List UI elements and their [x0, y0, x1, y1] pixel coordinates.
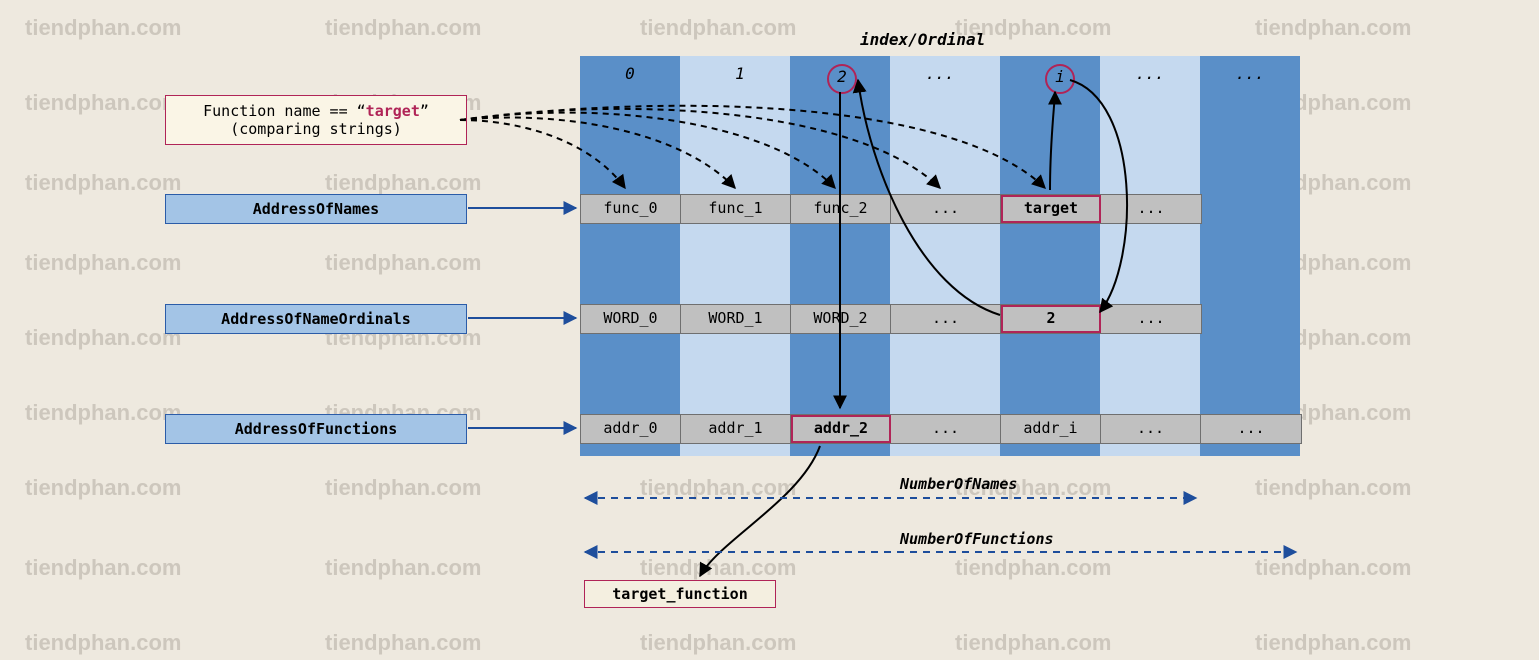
cell-ord-1: WORD_1	[681, 305, 791, 333]
col-header-0: 0	[580, 64, 680, 83]
col-header-dots2: ...	[1100, 64, 1200, 83]
col-header-1: 1	[690, 64, 790, 83]
cell-names-0: func_0	[581, 195, 681, 223]
cell-func-dots2: ...	[1101, 415, 1201, 443]
annot-prefix: Function name == “	[203, 102, 366, 120]
cell-names-target: target	[1001, 195, 1101, 223]
column-stripes	[580, 56, 1300, 456]
row-functions: addr_0 addr_1 addr_2 ... addr_i ... ...	[580, 414, 1302, 444]
cell-names-dots2: ...	[1101, 195, 1201, 223]
col-header-dots3: ...	[1200, 64, 1300, 83]
col-header-2: 2	[827, 64, 857, 94]
annot-sub: (comparing strings)	[230, 120, 402, 138]
label-address-of-name-ordinals: AddressOfNameOrdinals	[165, 304, 467, 334]
row-ordinals: WORD_0 WORD_1 WORD_2 ... 2 ...	[580, 304, 1202, 334]
cell-ord-dots: ...	[891, 305, 1001, 333]
cell-func-dots: ...	[891, 415, 1001, 443]
label-address-of-functions: AddressOfFunctions	[165, 414, 467, 444]
col-header-dots1: ...	[890, 64, 990, 83]
cell-func-1: addr_1	[681, 415, 791, 443]
col-header-i: i	[1045, 64, 1075, 94]
cell-ord-0: WORD_0	[581, 305, 681, 333]
cell-func-0: addr_0	[581, 415, 681, 443]
cell-names-2: func_2	[791, 195, 891, 223]
row-names: func_0 func_1 func_2 ... target ...	[580, 194, 1202, 224]
cell-ord-i: 2	[1001, 305, 1101, 333]
index-ordinal-title: index/Ordinal	[860, 30, 985, 49]
cell-ord-2: WORD_2	[791, 305, 891, 333]
range-number-of-names: NumberOfNames	[900, 475, 1017, 493]
diagram-root: (function(){ const txt = JSON.parse(docu…	[0, 0, 1539, 660]
range-number-of-functions: NumberOfFunctions	[900, 530, 1054, 548]
cell-names-1: func_1	[681, 195, 791, 223]
annot-target: target	[366, 102, 420, 120]
label-address-of-names: AddressOfNames	[165, 194, 467, 224]
comparison-annotation: Function name == “target” (comparing str…	[165, 95, 467, 145]
annot-suffix: ”	[420, 102, 429, 120]
cell-func-2: addr_2	[791, 415, 891, 443]
result-target-function: target_function	[584, 580, 776, 608]
cell-names-dots: ...	[891, 195, 1001, 223]
cell-func-dots3: ...	[1201, 415, 1301, 443]
arrow-addr2-to-result	[700, 446, 820, 576]
cell-ord-dots2: ...	[1101, 305, 1201, 333]
cell-func-i: addr_i	[1001, 415, 1101, 443]
